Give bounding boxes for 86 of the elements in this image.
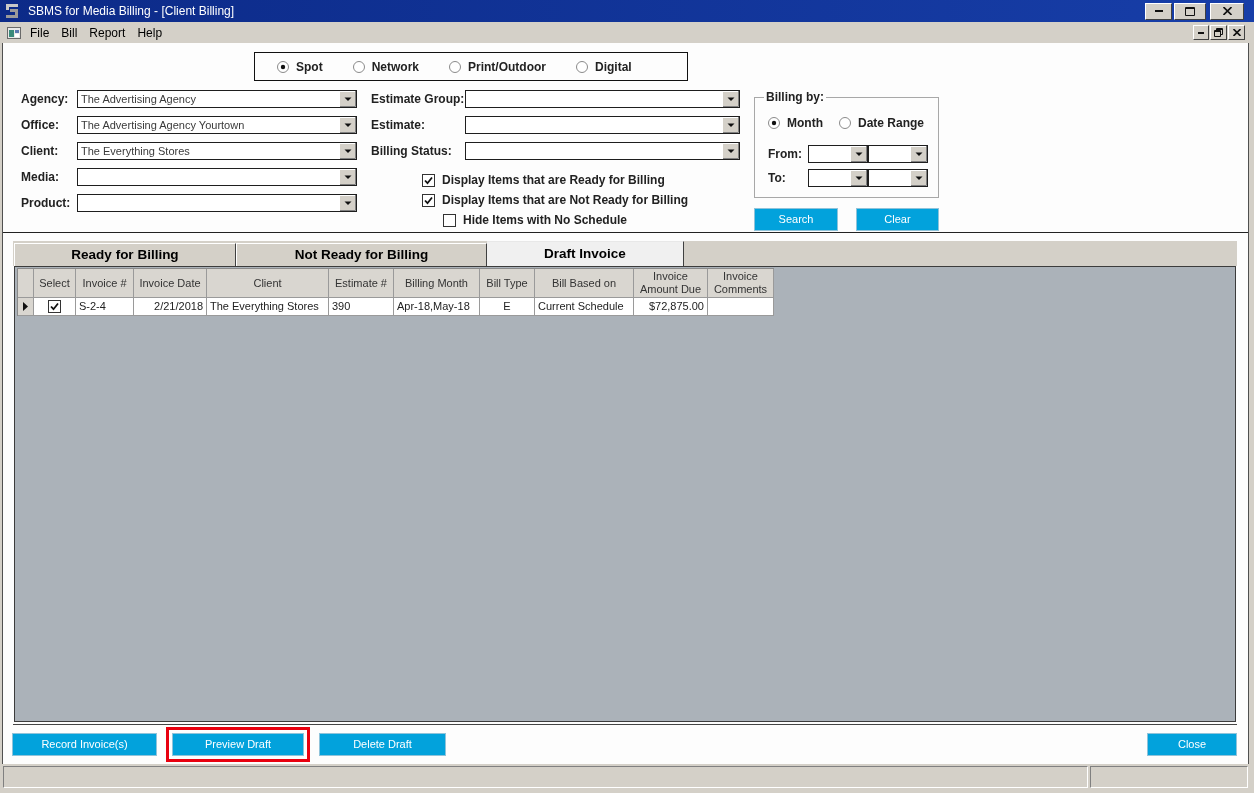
column-header: Invoice Amount Due (634, 269, 708, 298)
menu-item[interactable]: Bill (55, 23, 84, 42)
menu-item[interactable]: File (24, 23, 56, 42)
dropdown-field[interactable] (465, 90, 740, 108)
caret-down-icon (340, 195, 356, 211)
checkbox-icon[interactable] (48, 300, 61, 313)
radio-option[interactable]: Date Range (839, 114, 924, 132)
radio-option[interactable]: Spot (277, 57, 323, 76)
table-cell (708, 298, 774, 316)
form-icon (7, 26, 21, 39)
table-cell: 390 (329, 298, 394, 316)
column-header: Estimate # (329, 269, 394, 298)
tab[interactable]: Ready for Billing (14, 243, 236, 266)
table-cell: S-2-4 (76, 298, 134, 316)
column-header: Billing Month (394, 269, 480, 298)
checkbox-option[interactable]: Hide Items with No Schedule (443, 211, 628, 229)
dropdown-field[interactable] (465, 142, 740, 160)
field-label: Client: (21, 143, 60, 160)
caret-down-icon (851, 170, 867, 186)
column-header: Invoice # (76, 269, 134, 298)
caret-down-icon (340, 143, 356, 159)
table-cell: Current Schedule (535, 298, 634, 316)
field-label: Product: (21, 195, 72, 212)
dropdown-field[interactable] (868, 145, 928, 163)
close-button[interactable] (1210, 2, 1244, 20)
field-label: Office: (21, 117, 60, 134)
group-title: Billing by: (765, 89, 825, 106)
caret-down-icon (723, 117, 739, 133)
column-header: Invoice Date (134, 269, 207, 298)
caret-down-icon (911, 146, 927, 162)
close-icon (1232, 29, 1241, 36)
field-label: Billing Status: (371, 143, 453, 160)
table-cell: The Everything Stores (207, 298, 329, 316)
field-label: Agency: (21, 91, 70, 108)
restore-button[interactable] (1210, 25, 1227, 40)
maximize-button[interactable] (1174, 2, 1206, 20)
field-label: To: (768, 170, 787, 187)
table-cell: $72,875.00 (634, 298, 708, 316)
tab[interactable]: Not Ready for Billing (236, 243, 487, 266)
menu-item[interactable]: Help (131, 23, 169, 42)
menu-item[interactable]: Report (83, 23, 132, 42)
radio-option[interactable]: Print/Outdoor (449, 57, 546, 76)
table-cell: 2/21/2018 (134, 298, 207, 316)
field-label: Estimate: (371, 117, 427, 134)
caret-down-icon (723, 91, 739, 107)
caret-down-icon (723, 143, 739, 159)
maximize-icon (1185, 6, 1195, 16)
column-header: Bill Based on (535, 269, 634, 298)
close-icon (1222, 7, 1232, 15)
field-label: Estimate Group: (371, 91, 465, 108)
radio-option[interactable]: Network (352, 57, 419, 76)
window-title: SBMS for Media Billing - [Client Billing] (28, 3, 235, 20)
dropdown-field[interactable]: The Everything Stores (77, 142, 357, 160)
caret-down-icon (911, 170, 927, 186)
column-header: Invoice Comments (708, 269, 774, 298)
close-button[interactable] (1228, 25, 1245, 40)
dropdown-field[interactable]: The Advertising Agency (77, 90, 357, 108)
column-header: Select (34, 269, 76, 298)
checkbox-option[interactable]: Display Items that are Not Ready for Billing (422, 191, 689, 209)
tab[interactable]: Draft Invoice (487, 241, 684, 266)
dropdown-field[interactable]: The Advertising Agency Yourtown (77, 116, 357, 134)
dropdown-field[interactable] (465, 116, 740, 134)
column-header: Bill Type (480, 269, 535, 298)
table-cell: E (480, 298, 535, 316)
dropdown-field[interactable] (77, 194, 357, 212)
checkbox-option[interactable]: Display Items that are Ready for Billing (422, 171, 665, 189)
caret-down-icon (340, 91, 356, 107)
minimize-button[interactable] (1145, 2, 1172, 20)
app-logo-icon (6, 4, 18, 18)
dropdown-field[interactable] (77, 168, 357, 186)
caret-down-icon (340, 117, 356, 133)
caret-down-icon (851, 146, 867, 162)
table-cell: Apr-18,May-18 (394, 298, 480, 316)
minimize-icon (1154, 10, 1163, 12)
radio-option[interactable]: Digital (576, 57, 632, 76)
field-label: From: (768, 146, 803, 163)
column-header: Client (207, 269, 329, 298)
dropdown-field[interactable] (808, 145, 868, 163)
field-label: Media: (21, 169, 60, 186)
minimize-icon (1198, 31, 1204, 34)
restore-icon (1214, 28, 1223, 37)
dropdown-field[interactable] (808, 169, 868, 187)
radio-option[interactable]: Month (768, 114, 823, 132)
caret-down-icon (340, 169, 356, 185)
dropdown-field[interactable] (868, 169, 928, 187)
minimize-button[interactable] (1193, 25, 1209, 40)
